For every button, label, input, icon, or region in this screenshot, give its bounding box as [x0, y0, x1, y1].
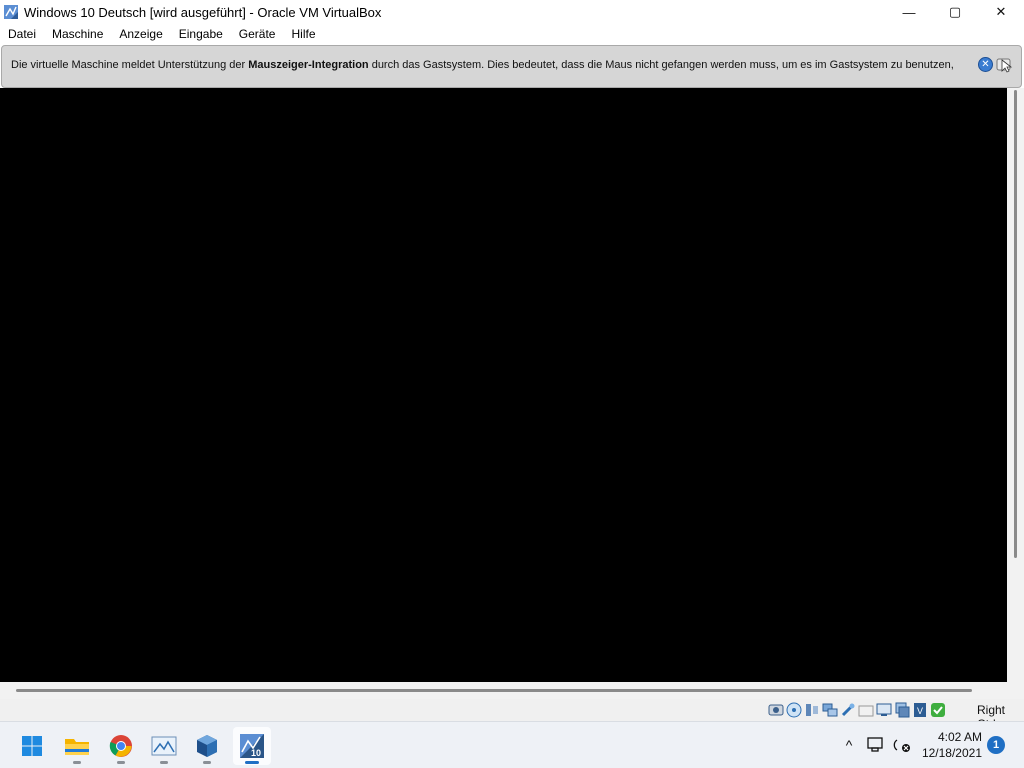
recording-icon[interactable] — [894, 702, 910, 718]
title-bar[interactable]: Windows 10 Deutsch [wird ausgeführt] - O… — [0, 0, 1024, 24]
image-viewer-button[interactable] — [145, 727, 183, 765]
file-explorer-icon — [65, 739, 89, 755]
menu-geraete[interactable]: Geräte — [231, 24, 284, 44]
display-icon[interactable] — [876, 702, 892, 718]
chevron-up-icon: ^ — [845, 737, 853, 753]
audio-icon[interactable] — [804, 702, 820, 718]
display-tray-icon[interactable] — [866, 736, 886, 754]
running-indicator — [73, 761, 81, 764]
menu-hilfe[interactable]: Hilfe — [283, 24, 323, 44]
close-icon: ✕ — [995, 4, 1007, 19]
notification-count-badge[interactable]: 1 — [987, 736, 1005, 754]
shared-folders-icon[interactable] — [858, 702, 874, 718]
chrome-button[interactable] — [102, 727, 140, 765]
window-title: Windows 10 Deutsch [wird ausgeführt] - O… — [24, 4, 382, 20]
usb-icon[interactable] — [840, 702, 856, 718]
clock-date: 12/18/2021 — [921, 746, 982, 760]
hard-disk-icon[interactable] — [768, 702, 784, 718]
clock[interactable]: 4:02 AM 12/18/2021 — [912, 729, 982, 761]
notice-message: Die virtuelle Maschine meldet Unterstütz… — [11, 59, 954, 71]
running-indicator — [160, 761, 168, 764]
start-icon — [22, 736, 42, 756]
vertical-scrollbar-thumb[interactable] — [1014, 90, 1017, 558]
mouse-integration-notice: Die virtuelle Maschine meldet Unterstütz… — [1, 45, 1022, 88]
show-hidden-icons-button[interactable]: ^ — [838, 734, 860, 756]
notice-text-after: durch das Gastsystem. Dies bedeutet, das… — [368, 59, 954, 71]
active-indicator — [245, 761, 259, 764]
svg-text:V: V — [917, 706, 923, 716]
network-icon[interactable] — [822, 702, 838, 718]
virtualbox-manager-button[interactable] — [188, 727, 226, 765]
notice-text-bold: Mauszeiger-Integration — [248, 59, 369, 71]
start-button[interactable] — [13, 727, 51, 765]
svg-text:10: 10 — [251, 748, 261, 758]
status-bar: V Right Ctrl — [0, 699, 1024, 731]
optical-drive-icon[interactable] — [786, 702, 802, 718]
close-icon: ✕ — [981, 59, 990, 70]
clock-time: 4:02 AM — [937, 730, 982, 744]
virtualbox-window: Windows 10 Deutsch [wird ausgeführt] - O… — [0, 0, 1024, 768]
vm-display[interactable] — [0, 88, 1007, 682]
running-indicator — [117, 761, 125, 764]
mouse-integration-icon[interactable] — [930, 702, 946, 718]
file-explorer-button[interactable] — [58, 727, 96, 765]
device-status-icons: V — [768, 702, 946, 718]
running-indicator — [203, 761, 211, 764]
notice-dont-show-again-icon[interactable] — [996, 56, 1013, 73]
maximize-icon: ▢ — [948, 4, 962, 19]
menu-maschine[interactable]: Maschine — [44, 24, 111, 44]
network-disconnected-icon[interactable] — [893, 736, 913, 754]
menu-anzeige[interactable]: Anzeige — [111, 24, 170, 44]
horizontal-scrollbar[interactable] — [0, 682, 1024, 699]
virtualization-icon[interactable]: V — [912, 702, 928, 718]
image-viewer-icon — [151, 736, 177, 756]
notice-close-button[interactable]: ✕ — [978, 57, 993, 72]
menu-bar: Datei Maschine Anzeige Eingabe Geräte Hi… — [0, 24, 1024, 44]
virtualbox-manager-icon — [197, 735, 217, 757]
vertical-scrollbar[interactable] — [1007, 88, 1024, 682]
minimize-icon: — — [902, 4, 916, 20]
minimize-button[interactable]: — — [886, 0, 932, 24]
notice-text-before: Die virtuelle Maschine meldet Unterstütz… — [11, 59, 249, 71]
windows-taskbar: 10 ^ 4:02 AM 12/18/2021 1 — [0, 721, 1024, 768]
menu-eingabe[interactable]: Eingabe — [171, 24, 231, 44]
chrome-icon — [109, 735, 132, 757]
virtualbox-vm-icon: 10 — [240, 734, 264, 758]
maximize-button[interactable]: ▢ — [932, 0, 978, 24]
virtualbox-vm-button[interactable]: 10 — [233, 727, 271, 765]
horizontal-scrollbar-thumb[interactable] — [16, 689, 972, 692]
virtualbox-icon — [4, 5, 18, 19]
close-button[interactable]: ✕ — [978, 0, 1024, 24]
menu-datei[interactable]: Datei — [0, 24, 44, 44]
